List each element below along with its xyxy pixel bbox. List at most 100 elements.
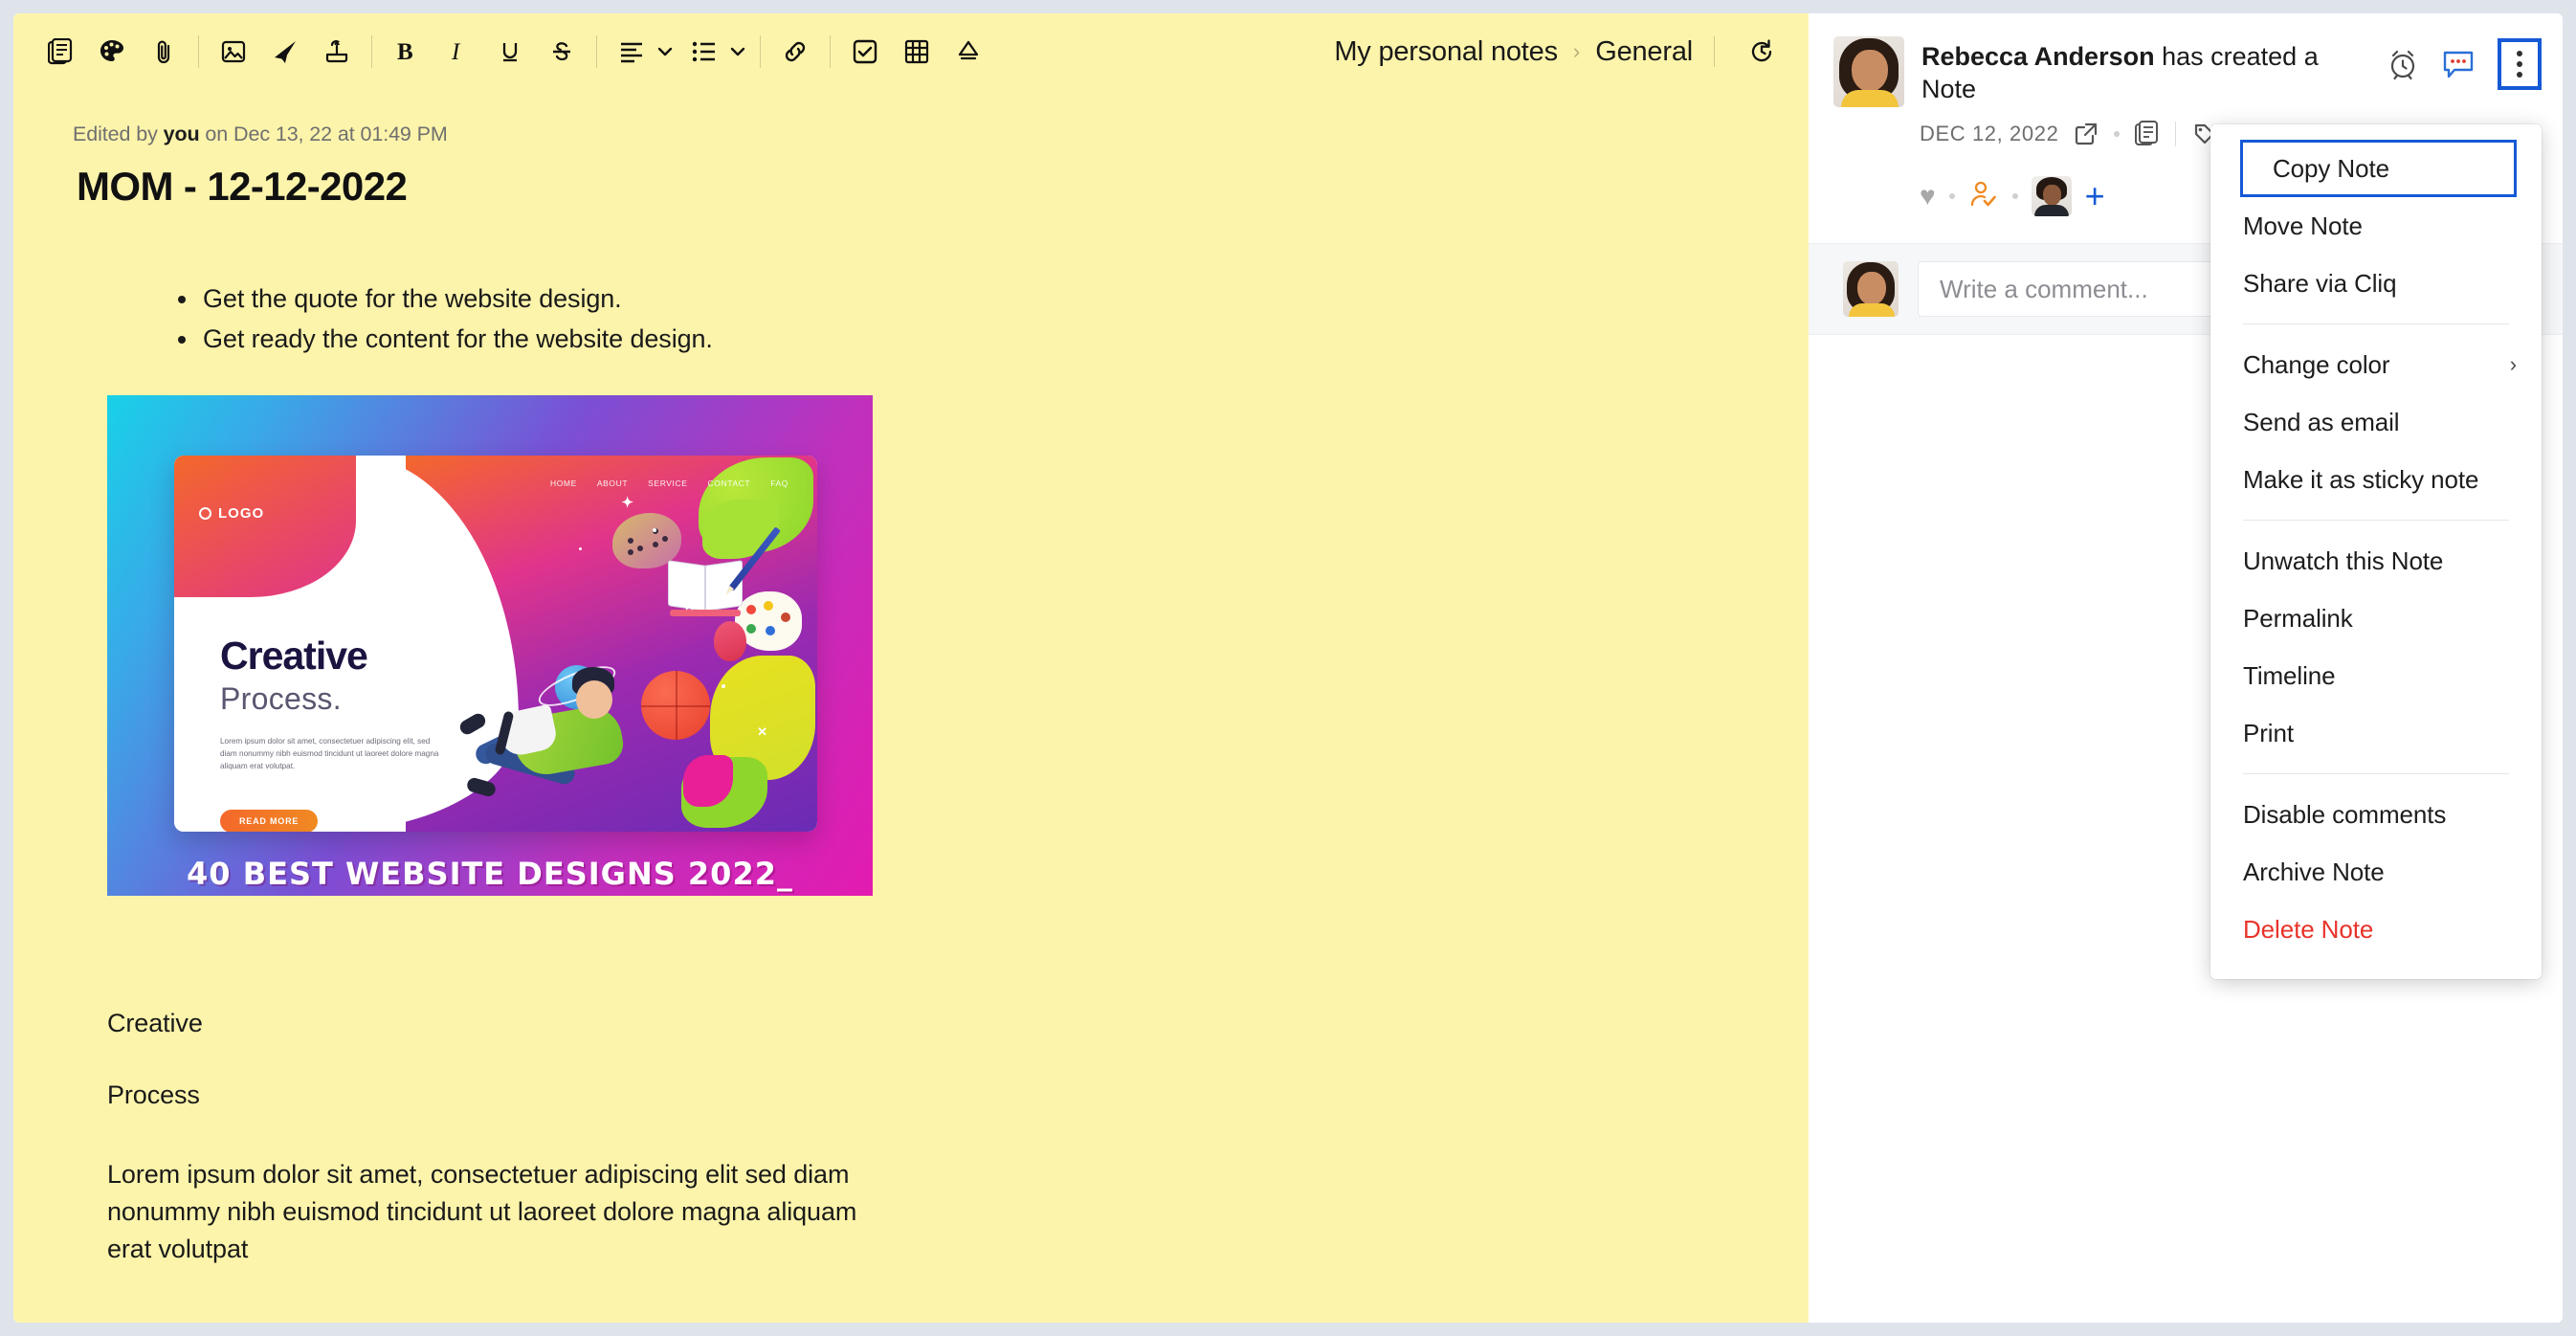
edited-author: you [164,122,200,145]
menu-item-share-via-cliq[interactable]: Share via Cliq [2210,255,2542,312]
align-chevron-down-icon[interactable] [652,26,678,78]
menu-item-label: Change color [2243,350,2389,379]
list-item[interactable]: Get ready the content for the website de… [178,319,1809,359]
breadcrumb-root[interactable]: My personal notes [1334,36,1558,68]
add-reaction-button[interactable]: + [2085,179,2105,213]
menu-item-label: Print [2243,719,2294,747]
align-icon[interactable] [606,26,657,78]
menu-item-move-note[interactable]: Move Note [2210,197,2542,255]
menu-item-delete-note[interactable]: Delete Note [2210,901,2542,958]
app-window: B I [13,13,2563,1323]
embedded-mockup-card: ✦ ✕ ✕ [174,456,817,832]
open-external-icon[interactable] [2074,122,2099,146]
note-editor-pane: B I [13,13,1809,1323]
menu-item-disable-comments[interactable]: Disable comments [2210,786,2542,843]
menu-divider [2243,323,2509,324]
mockup-nav-item: FAQ [770,479,788,488]
toolbar-divider [198,35,199,68]
edited-metadata: Edited by you on Dec 13, 22 at 01:49 PM [73,122,1809,146]
menu-item-timeline[interactable]: Timeline [2210,647,2542,704]
mockup-nav: HOME ABOUT SERVICE CONTACT FAQ [550,479,788,488]
menu-divider [2243,520,2509,521]
note-card-icon[interactable] [2135,121,2160,147]
menu-item-permalink[interactable]: Permalink [2210,590,2542,647]
mockup-logo: LOGO [199,505,264,522]
bullet-list: Get the quote for the website design. Ge… [178,278,1809,359]
edited-middle: on [200,122,233,145]
note-document: Edited by you on Dec 13, 22 at 01:49 PM … [13,122,1809,1268]
strikethrough-icon[interactable] [536,26,588,78]
avatar[interactable] [2032,176,2072,216]
avatar[interactable] [1833,36,1904,107]
menu-divider [2243,773,2509,774]
menu-item-label: Disable comments [2243,800,2446,829]
bold-icon[interactable]: B [381,26,433,78]
mockup-heading: Creative [220,634,367,679]
breadcrumb-separator-icon: › [1573,39,1580,64]
paragraph[interactable]: Process [107,1080,1809,1110]
toolbar-divider [830,35,831,68]
detail-header-actions [2387,38,2542,90]
breadcrumb: My personal notes › General [1334,13,1788,90]
detail-header: Rebecca Anderson has created a Note [1809,13,2563,107]
menu-item-send-as-email[interactable]: Send as email [2210,393,2542,451]
menu-item-label: Copy Note [2273,154,2389,183]
list-chevron-down-icon[interactable] [724,26,751,78]
menu-item-make-sticky-note[interactable]: Make it as sticky note [2210,451,2542,508]
cross-icon: ✕ [684,599,695,614]
note-date: DEC 12, 2022 [1920,122,2058,146]
embedded-image-caption: 40 BEST WEBSITE DESIGNS 2022_ [107,856,873,892]
menu-item-label: Delete Note [2243,915,2373,944]
note-card-icon[interactable] [34,26,86,78]
toolbar-divider [371,35,372,68]
reminder-clock-icon[interactable] [2387,48,2419,80]
avatar[interactable] [1843,261,1899,317]
breadcrumb-current[interactable]: General [1595,36,1693,68]
checkbox-icon[interactable] [839,26,891,78]
menu-item-unwatch-note[interactable]: Unwatch this Note [2210,532,2542,590]
comment-bubble-icon[interactable] [2442,49,2475,79]
italic-icon[interactable]: I [433,26,484,78]
edited-timestamp: Dec 13, 22 at 01:49 PM [233,122,448,145]
paragraph[interactable]: Lorem ipsum dolor sit amet, consectetuer… [107,1156,901,1268]
menu-item-label: Send as email [2243,408,2399,436]
logo-ring-icon [199,507,211,520]
embedded-image[interactable]: ✦ ✕ ✕ [107,395,873,896]
activity-text: Rebecca Anderson has created a Note [1921,36,2335,105]
history-icon[interactable] [1736,26,1788,78]
toolbar-divider [760,35,761,68]
meta-divider [2175,122,2176,146]
send-icon[interactable] [259,26,311,78]
mockup-nav-item: ABOUT [597,479,628,488]
menu-item-change-color[interactable]: Change color › [2210,336,2542,393]
svg-text:B: B [397,39,413,64]
menu-item-copy-note[interactable]: Copy Note [2240,140,2517,197]
upload-icon[interactable] [311,26,363,78]
clear-format-icon[interactable] [943,26,994,78]
assign-user-icon[interactable] [1968,179,1999,214]
list-item[interactable]: Get the quote for the website design. [178,278,1809,319]
menu-item-print[interactable]: Print [2210,704,2542,762]
table-icon[interactable] [891,26,943,78]
paragraph[interactable]: Creative [107,1009,1809,1038]
link-icon[interactable] [769,26,821,78]
underline-icon[interactable] [484,26,536,78]
more-options-button[interactable] [2498,38,2542,90]
menu-item-label: Timeline [2243,661,2335,690]
toolbar-divider [596,35,597,68]
page-title[interactable]: MOM - 12-12-2022 [77,164,1809,210]
heart-reaction-icon[interactable]: ♥ [1920,183,1936,210]
formatting-toolbar: B I [13,13,1809,90]
note-context-menu: Copy Note Move Note Share via Cliq Chang… [2210,124,2542,979]
mockup-nav-item: SERVICE [648,479,687,488]
chevron-right-icon: › [2510,350,2517,379]
menu-item-archive-note[interactable]: Archive Note [2210,843,2542,901]
svg-text:I: I [451,39,461,64]
bullet-list-icon[interactable] [678,26,730,78]
egg-shape-icon [714,621,746,661]
menu-item-label: Make it as sticky note [2243,465,2478,494]
image-icon[interactable] [208,26,259,78]
author-name: Rebecca Anderson [1921,42,2155,71]
attachment-icon[interactable] [138,26,189,78]
palette-icon[interactable] [86,26,138,78]
